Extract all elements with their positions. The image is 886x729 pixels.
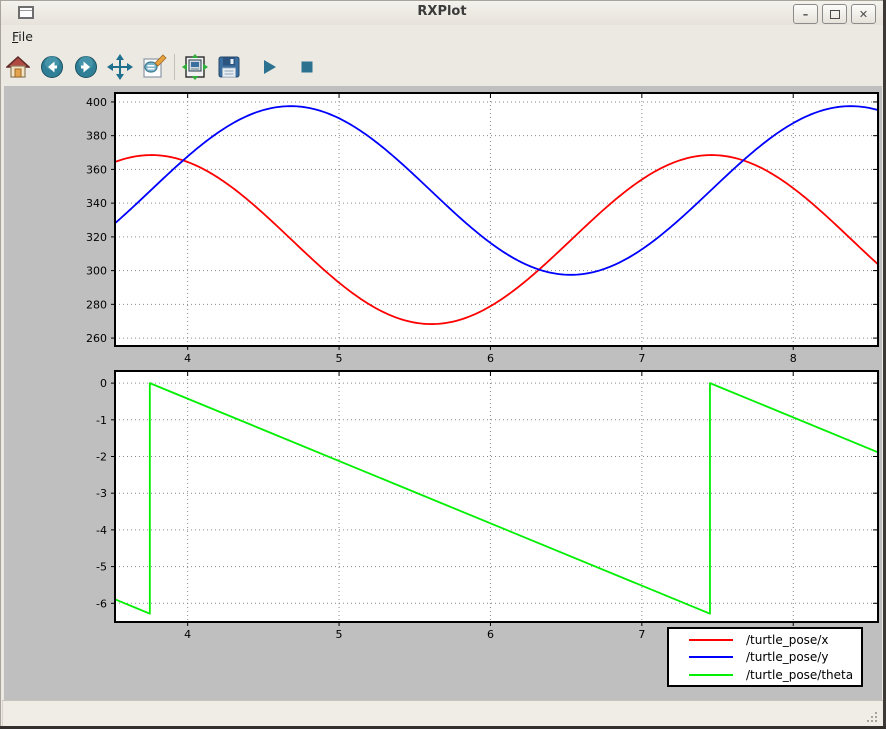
status-bar — [2, 700, 883, 727]
y-tick-label: 0 — [100, 377, 107, 390]
zoom-to-rect-icon — [141, 54, 167, 80]
resize-grip-icon[interactable] — [864, 709, 879, 724]
y-tick-label: -2 — [96, 451, 107, 464]
y-tick-label: 300 — [86, 265, 107, 278]
zoom-to-rect-button[interactable] — [137, 52, 171, 82]
forward-button[interactable] — [69, 52, 103, 82]
x-tick-label: 8 — [790, 352, 797, 365]
y-tick-label: 400 — [86, 96, 107, 109]
save-button[interactable] — [212, 52, 246, 82]
legend-label: /turtle_pose/theta — [746, 668, 853, 682]
y-tick-label: -4 — [96, 524, 107, 537]
x-tick-label: 5 — [336, 352, 343, 365]
minimize-icon: – — [803, 9, 809, 20]
rxplot-window: RXPlot – ✕ File — [0, 0, 886, 729]
window-controls: – ✕ — [793, 4, 876, 24]
back-icon — [40, 55, 64, 79]
plot-area-1: 456780-1-2-3-4-5-6 — [96, 371, 878, 641]
play-button[interactable] — [252, 52, 286, 82]
x-tick-label: 6 — [487, 352, 494, 365]
y-tick-label: 260 — [86, 332, 107, 345]
legend: /turtle_pose/x/turtle_pose/y/turtle_pose… — [667, 627, 863, 687]
save-icon — [218, 56, 240, 78]
legend-line-sample — [689, 639, 733, 641]
close-icon: ✕ — [859, 9, 868, 20]
stop-icon — [298, 58, 316, 76]
x-tick-label: 5 — [336, 628, 343, 641]
legend-row: /turtle_pose/x — [669, 632, 861, 648]
x-tick-label: 6 — [487, 628, 494, 641]
x-tick-label: 4 — [184, 352, 191, 365]
forward-icon — [74, 55, 98, 79]
legend-line-sample — [689, 674, 733, 676]
window-title: RXPlot — [1, 4, 883, 19]
play-icon — [260, 58, 278, 76]
pan-button[interactable] — [103, 52, 137, 82]
y-tick-label: -1 — [96, 414, 107, 427]
configure-subplots-button[interactable] — [178, 52, 212, 82]
y-tick-label: 280 — [86, 298, 107, 311]
pan-icon — [107, 54, 133, 80]
plot-canvas[interactable]: 45678260280300320340360380400456780-1-2-… — [4, 86, 882, 700]
configure-subplots-icon — [182, 54, 208, 80]
y-tick-label: 360 — [86, 163, 107, 176]
close-button[interactable]: ✕ — [851, 4, 876, 24]
x-tick-label: 7 — [638, 628, 645, 641]
home-button[interactable] — [1, 52, 35, 82]
y-tick-label: -5 — [96, 561, 107, 574]
legend-line-sample — [689, 656, 733, 658]
minimize-button[interactable]: – — [793, 4, 818, 24]
maximize-icon — [830, 10, 840, 19]
y-tick-label: 340 — [86, 197, 107, 210]
stop-button[interactable] — [290, 52, 324, 82]
back-button[interactable] — [35, 52, 69, 82]
toolbar-separator — [174, 54, 175, 80]
plot-area-0: 4 5 6 7 8 260 280 300 320 340 360 380 400 — [86, 93, 878, 365]
toolbar — [1, 47, 883, 86]
title-bar[interactable]: RXPlot – ✕ — [1, 1, 883, 26]
legend-row: /turtle_pose/theta — [669, 667, 861, 683]
maximize-button[interactable] — [822, 4, 847, 24]
menu-file[interactable]: File — [1, 25, 43, 47]
legend-label: /turtle_pose/y — [746, 650, 828, 664]
y-tick-label: 320 — [86, 231, 107, 244]
y-tick-label: 380 — [86, 130, 107, 143]
legend-label: /turtle_pose/x — [746, 633, 828, 647]
home-icon — [6, 55, 30, 79]
menu-bar: File — [1, 25, 883, 47]
x-tick-label: 4 — [184, 628, 191, 641]
y-tick-label: -6 — [96, 597, 107, 610]
legend-row: /turtle_pose/y — [669, 649, 861, 665]
y-tick-label: -3 — [96, 487, 107, 500]
plots-svg: 45678260280300320340360380400456780-1-2-… — [4, 86, 882, 700]
x-tick-label: 7 — [638, 352, 645, 365]
